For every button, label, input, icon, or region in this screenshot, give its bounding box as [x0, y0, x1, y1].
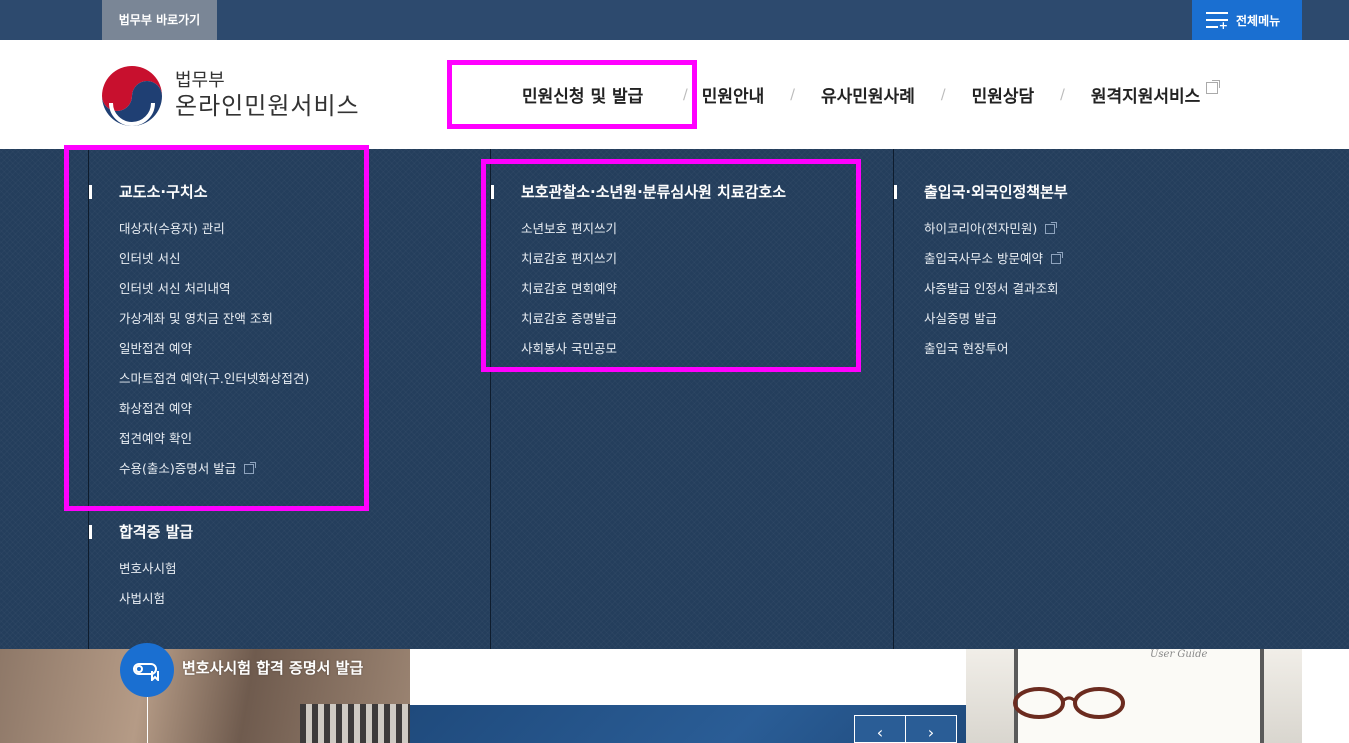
nav-guide[interactable]: 민원안내 — [702, 82, 765, 107]
nav-apply-issue-label: 민원신청 및 발급 — [522, 87, 644, 107]
logo-service-name: 온라인민원서비스 — [175, 92, 360, 120]
menu-item[interactable]: 사실증명 발급 — [924, 304, 1068, 334]
nav-remote-support[interactable]: 원격지원서비스 — [1090, 80, 1221, 107]
logo-ministry-name: 법무부 — [175, 70, 225, 91]
site-logo[interactable]: 법무부 온라인민원서비스 — [101, 65, 360, 127]
external-link-icon — [1050, 252, 1063, 264]
menu-column-immigration: 출입국·외국인정책본부 하이코리아(전자민원) 출입국사무소 방문예약 사증발급… — [894, 182, 1068, 364]
highlight-box-probation — [481, 159, 861, 372]
diploma-icon — [133, 663, 159, 681]
user-guide-text: User Guide — [1150, 649, 1208, 660]
banner-next-button[interactable]: › — [905, 715, 957, 743]
menu-item-label: 출입국사무소 방문예약 — [924, 251, 1043, 266]
ministry-shortcut-link[interactable]: 법무부 바로가기 — [102, 0, 217, 40]
all-menu-label: 전체메뉴 — [1236, 13, 1281, 28]
highlight-box-prison — [64, 145, 369, 511]
nav-separator: / — [940, 86, 946, 103]
nav-apply-issue[interactable]: 민원신청 및 발급 — [447, 60, 697, 129]
banner-white-box — [410, 649, 966, 705]
menu-item[interactable]: 변호사시험 — [119, 554, 309, 584]
menu-group-title-immigration[interactable]: 출입국·외국인정책본부 — [894, 182, 1068, 202]
menu-list-certificate: 변호사시험 사법시험 — [89, 554, 309, 614]
glasses-image — [1013, 687, 1125, 719]
all-menu-button[interactable]: + 전체메뉴 — [1192, 0, 1302, 40]
certificate-icon[interactable] — [120, 643, 174, 697]
striped-fabric — [300, 704, 410, 743]
menu-item[interactable]: 사증발급 인정서 결과조회 — [924, 274, 1068, 304]
mega-menu-panel: 교도소·구치소 대상자(수용자) 관리 인터넷 서신 인터넷 서신 처리내역 가… — [0, 145, 1349, 649]
nav-similar-cases[interactable]: 유사민원사례 — [821, 82, 915, 107]
nav-separator: / — [1060, 86, 1065, 103]
banner-connector-line — [147, 697, 148, 743]
banner-prev-button[interactable]: ‹ — [854, 715, 906, 743]
menu-item-external[interactable]: 하이코리아(전자민원) — [924, 214, 1068, 244]
external-link-icon — [1206, 80, 1221, 94]
menu-list-immigration: 하이코리아(전자민원) 출입국사무소 방문예약 사증발급 인정서 결과조회 사실… — [894, 214, 1068, 364]
logo-text: 법무부 온라인민원서비스 — [175, 71, 360, 121]
nav-remote-support-label: 원격지원서비스 — [1090, 87, 1201, 107]
menu-item-external[interactable]: 출입국사무소 방문예약 — [924, 244, 1068, 274]
external-link-icon — [1045, 222, 1058, 234]
main-navigation: 민원신청 및 발급 / 민원안내 / 유사민원사례 / 민원상담 / 원격지원서… — [447, 40, 1221, 149]
main-banner-area: 변호사시험 합격 증명서 발급 User Guide ‹ › — [0, 643, 1349, 743]
banner-photo-right: User Guide — [966, 649, 1302, 743]
menu-item[interactable]: 출입국 현장투어 — [924, 334, 1068, 364]
bar-exam-certificate-link[interactable]: 변호사시험 합격 증명서 발급 — [182, 657, 363, 678]
nav-consultation[interactable]: 민원상담 — [972, 82, 1035, 107]
taegeuk-logo-icon — [102, 66, 162, 126]
top-utility-bar: 법무부 바로가기 + 전체메뉴 — [0, 0, 1349, 40]
menu-group-title-certificate[interactable]: 합격증 발급 — [89, 522, 309, 542]
nav-separator: / — [790, 86, 795, 103]
nav-separator: / — [683, 86, 688, 103]
site-header: 법무부 온라인민원서비스 민원신청 및 발급 / 민원안내 / 유사민원사례 /… — [0, 40, 1349, 149]
menu-item-label: 하이코리아(전자민원) — [924, 221, 1038, 236]
menu-item[interactable]: 사법시험 — [119, 584, 309, 614]
menu-plus-icon: + — [1206, 11, 1228, 31]
